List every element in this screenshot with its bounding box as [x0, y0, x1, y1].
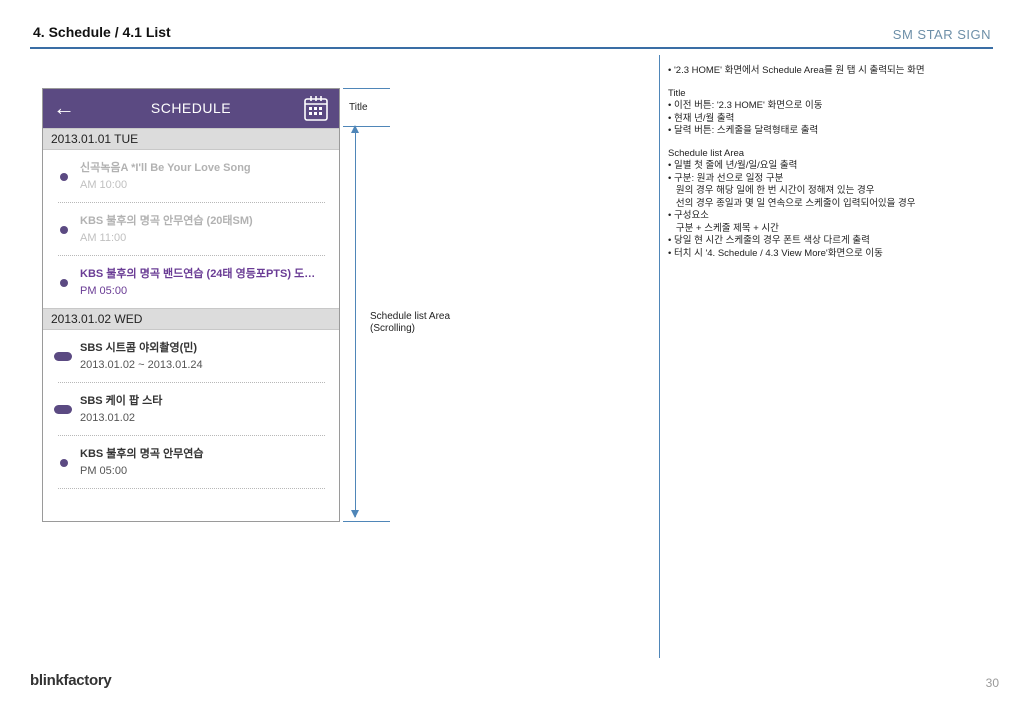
calendar-icon[interactable]	[303, 94, 329, 122]
schedule-title: SBS 시트콤 야외촬영(민)	[80, 342, 198, 354]
description-line: • 일별 첫 줄에 년/월/일/요일 출력	[668, 160, 798, 171]
description-line: 원의 경우 해당 일에 한 번 시간이 정해져 있는 경우	[668, 185, 875, 196]
title-area-label: Title	[349, 102, 368, 113]
single-schedule-mark	[60, 226, 68, 234]
schedule-item[interactable]: 신곡녹음A *I'll Be Your Love Song AM 10:00	[58, 150, 325, 203]
description-line: • 구성요소	[668, 210, 709, 221]
continuous-schedule-mark	[54, 352, 72, 361]
phone-mockup: ← SCHEDULE 2013.01.01 TUE 신곡녹음A *I'll Be…	[42, 88, 340, 522]
schedule-time: PM 05:00	[80, 465, 128, 477]
footer-logo: blinkfactory	[30, 672, 112, 689]
description-line: Title	[668, 87, 686, 99]
header-rule	[30, 47, 993, 49]
page-title: 4. Schedule / 4.1 List	[33, 24, 171, 40]
schedule-time: AM 11:00	[80, 232, 127, 244]
schedule-title: KBS 불후의 명곡 밴드연습 (24태 영등포PTS) 도시…	[80, 268, 318, 280]
list-area-label-line1: Schedule list Area	[370, 311, 451, 322]
description-line: • 터치 시 '4. Schedule / 4.3 View More'화면으로…	[668, 247, 883, 259]
arrow-up-icon	[351, 125, 359, 133]
scroll-area-arrow	[355, 127, 356, 517]
schedule-item[interactable]: SBS 케이 팝 스타 2013.01.02	[54, 383, 325, 436]
single-schedule-mark	[60, 279, 68, 287]
continuous-schedule-mark	[54, 405, 72, 414]
schedule-item[interactable]: KBS 불후의 명곡 밴드연습 (24태 영등포PTS) 도시… PM 05:0…	[58, 256, 325, 308]
schedule-item[interactable]: KBS 불후의 명곡 안무연습 (20태SM) AM 11:00	[58, 203, 325, 256]
description-line: • 이전 버튼: '2.3 HOME' 화면으로 이동	[668, 100, 823, 111]
schedule-title: KBS 불후의 명곡 안무연습 (20태SM)	[80, 215, 253, 227]
description-line: • 현재 년/월 출력	[668, 112, 735, 124]
schedule-time: AM 10:00	[80, 179, 128, 191]
schedule-time: 2013.01.02	[80, 412, 136, 424]
schedule-item[interactable]: KBS 불후의 명곡 안무연습 PM 05:00	[58, 436, 325, 489]
description-line: 구분 + 스케줄 제목 + 시간	[668, 222, 779, 234]
list-area-label: Schedule list Area (Scrolling)	[370, 311, 450, 335]
description-line: • 구분: 원과 선으로 일정 구분	[668, 172, 784, 184]
schedule-title: SBS 케이 팝 스타	[80, 395, 163, 407]
page-number: 30	[985, 676, 999, 690]
arrow-down-icon	[351, 510, 359, 518]
list-area-label-line2: (Scrolling)	[370, 323, 416, 334]
schedule-title: KBS 불후의 명곡 안무연습	[80, 448, 204, 460]
description-line: 선의 경우 종일과 몇 일 연속으로 스케줄이 입력되어있을 경우	[668, 197, 916, 209]
date-header: 2013.01.01 TUE	[43, 128, 339, 150]
schedule-time: PM 05:00	[80, 285, 128, 297]
app-title: SCHEDULE	[150, 100, 232, 116]
column-divider	[659, 55, 660, 658]
description-line: • 당일 현 시간 스케줄의 경우 폰트 색상 다르게 출력	[668, 235, 870, 246]
list-area-bracket	[343, 521, 390, 522]
schedule-title: 신곡녹음A *I'll Be Your Love Song	[80, 162, 251, 174]
description-panel: • '2.3 HOME' 화면에서 Schedule Area를 원 탭 시 출…	[668, 65, 1008, 270]
brand-label: SM STAR SIGN	[892, 27, 991, 42]
description-line: • 달력 버튼: 스케줄을 달력형태로 출력	[668, 125, 819, 136]
schedule-item[interactable]: SBS 시트콤 야외촬영(민) 2013.01.02 ~ 2013.01.24	[54, 330, 325, 383]
schedule-time: 2013.01.02 ~ 2013.01.24	[80, 359, 203, 371]
single-schedule-mark	[60, 459, 68, 467]
app-bar: ← SCHEDULE	[43, 89, 339, 128]
single-schedule-mark	[60, 173, 68, 181]
description-line: Schedule list Area	[668, 147, 745, 159]
date-header: 2013.01.02 WED	[43, 308, 339, 330]
description-intro: • '2.3 HOME' 화면에서 Schedule Area를 원 탭 시 출…	[668, 65, 925, 76]
